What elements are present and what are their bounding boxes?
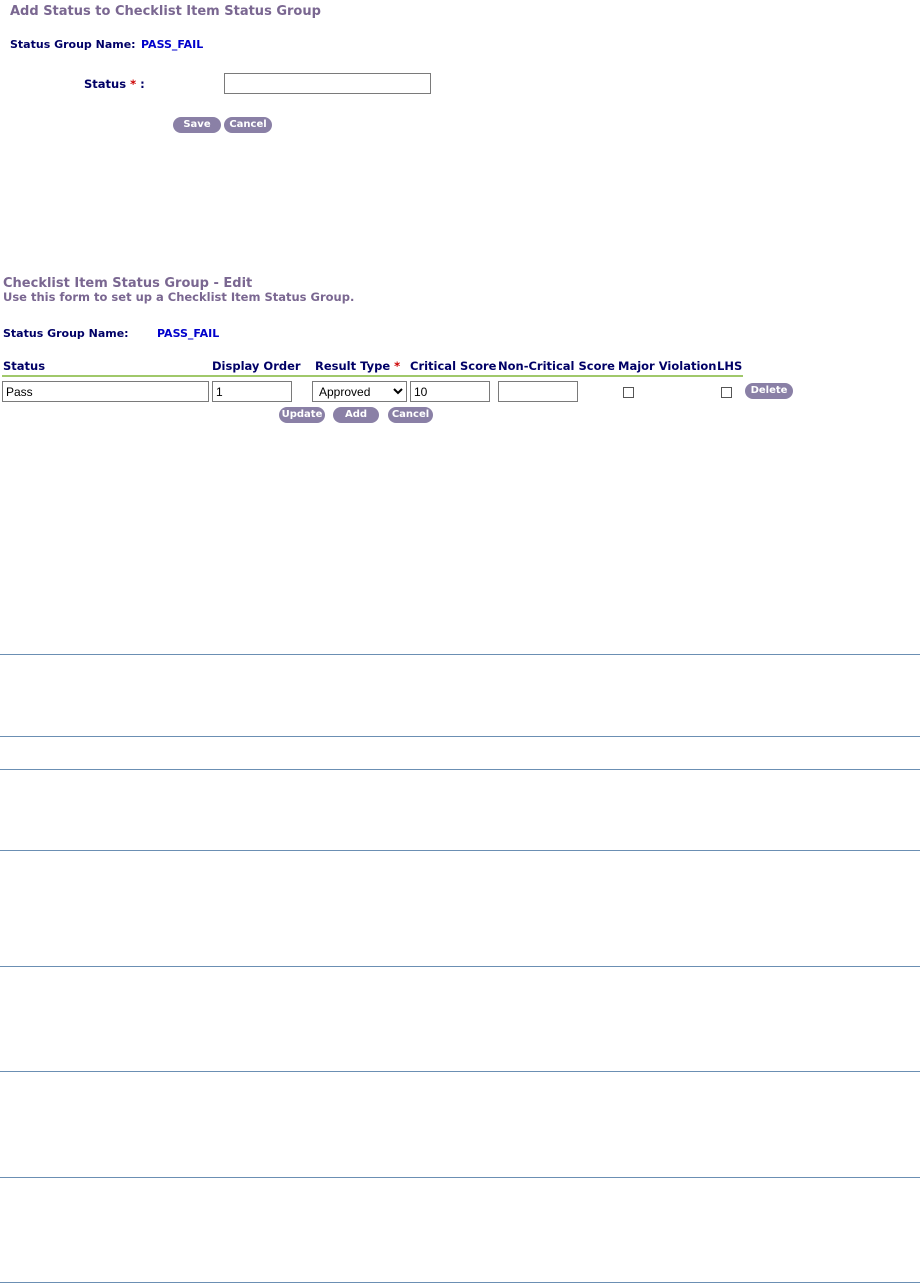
divider — [0, 654, 920, 655]
column-header-critical-score: Critical Score — [410, 359, 497, 373]
column-header-non-critical-score: Non-Critical Score — [498, 359, 615, 373]
status-field-label: Status * : — [84, 77, 145, 91]
save-button[interactable]: Save — [173, 117, 221, 133]
edit-status-group-name-label: Status Group Name: — [3, 327, 129, 340]
divider — [0, 966, 920, 967]
result-type-label: Result Type — [315, 359, 391, 373]
major-violation-checkbox[interactable] — [623, 387, 634, 398]
divider — [0, 769, 920, 770]
header-rule — [2, 375, 743, 377]
edit-cancel-button[interactable]: Cancel — [388, 407, 433, 423]
edit-section-title: Checklist Item Status Group - Edit — [3, 276, 253, 291]
required-marker: * — [130, 77, 137, 91]
column-header-display-order: Display Order — [212, 359, 301, 373]
column-header-lhs: LHS — [717, 359, 743, 373]
status-group-name-label: Status Group Name: — [10, 38, 136, 51]
delete-button[interactable]: Delete — [745, 383, 793, 399]
status-input[interactable] — [224, 73, 431, 94]
divider — [0, 850, 920, 851]
lhs-checkbox[interactable] — [721, 387, 732, 398]
status-group-name-value: PASS_FAIL — [141, 38, 204, 51]
row-critical-score-input[interactable] — [410, 381, 490, 402]
edit-section-subtitle: Use this form to set up a Checklist Item… — [3, 290, 355, 304]
divider — [0, 1282, 920, 1283]
add-button[interactable]: Add — [333, 407, 379, 423]
edit-status-group-name-value: PASS_FAIL — [157, 327, 220, 340]
row-non-critical-score-input[interactable] — [498, 381, 578, 402]
cancel-button[interactable]: Cancel — [224, 117, 272, 133]
result-type-required-marker: * — [394, 359, 401, 373]
divider — [0, 1071, 920, 1072]
add-status-title: Add Status to Checklist Item Status Grou… — [10, 4, 321, 19]
row-status-input[interactable] — [2, 381, 209, 402]
column-header-status: Status — [3, 359, 46, 373]
status-label-text: Status — [84, 77, 127, 91]
row-display-order-input[interactable] — [212, 381, 292, 402]
status-label-colon: : — [140, 77, 145, 91]
update-button[interactable]: Update — [279, 407, 325, 423]
divider — [0, 1177, 920, 1178]
column-header-result-type: Result Type * — [315, 359, 400, 373]
column-header-major-violation: Major Violation — [618, 359, 717, 373]
row-result-type-select[interactable]: Approved — [312, 381, 407, 402]
divider — [0, 736, 920, 737]
